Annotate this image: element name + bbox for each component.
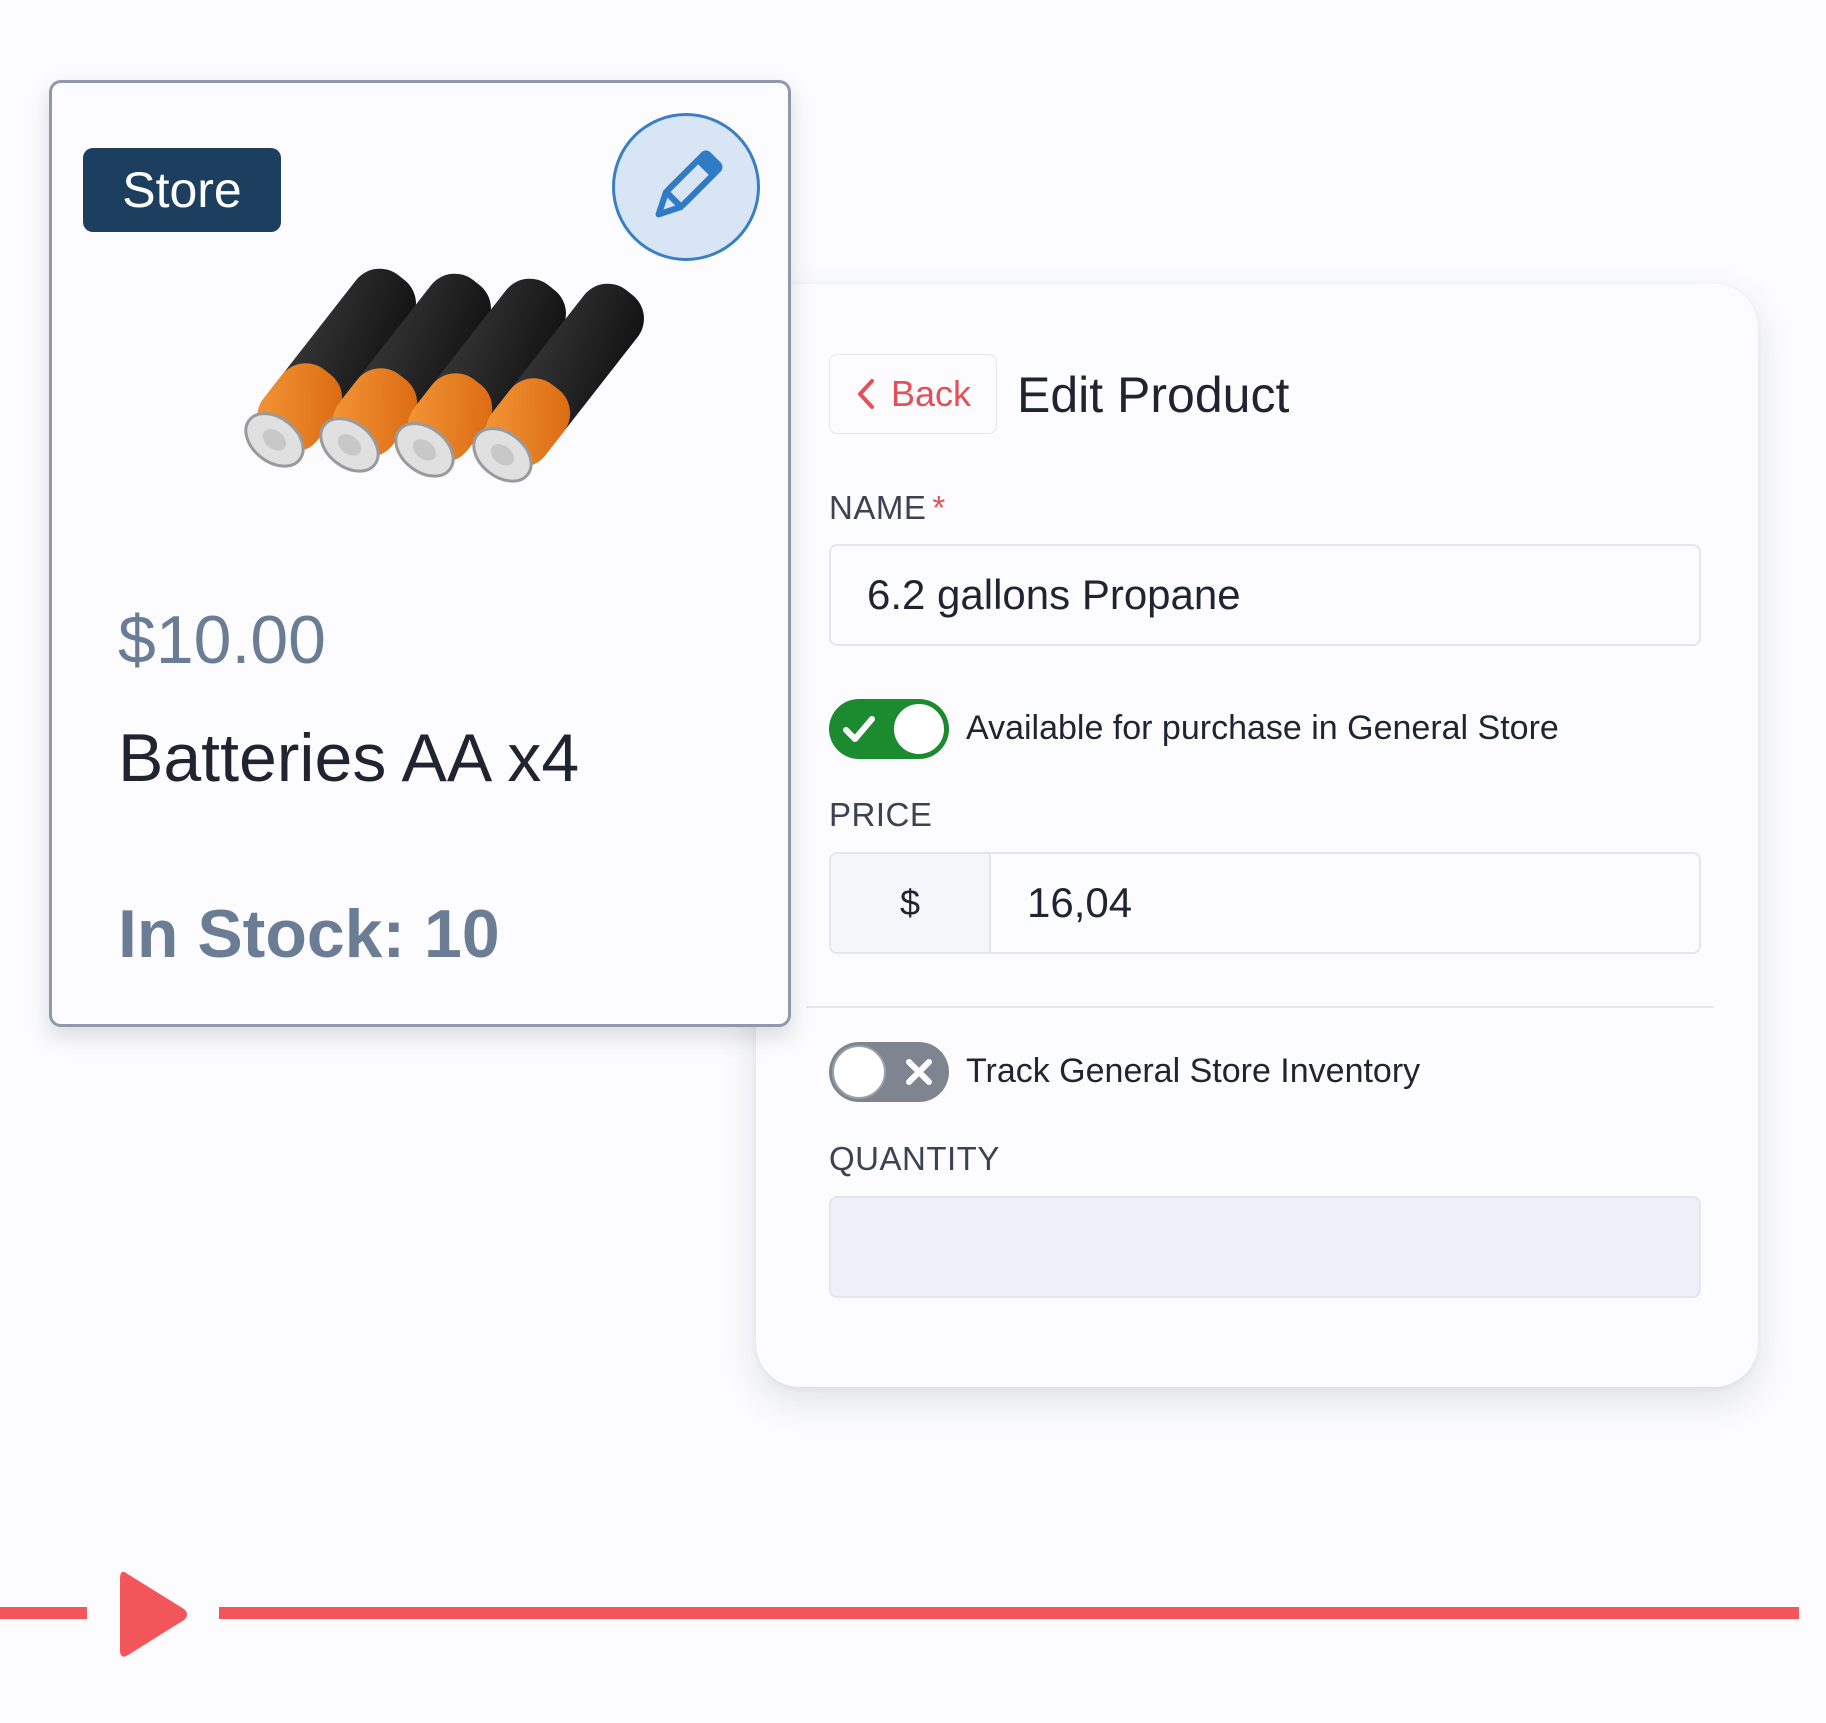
- price-label: PRICE: [829, 796, 933, 833]
- name-label-text: NAME: [829, 489, 927, 526]
- pencil-icon: [655, 150, 723, 218]
- edit-product-panel: Back Edit Product NAME * 6.2 gallons Prop…: [756, 284, 1758, 1387]
- price-field: $ 16,04: [829, 852, 1701, 954]
- available-label: Available for purchase in General Store: [966, 709, 1559, 747]
- name-label: NAME *: [829, 489, 946, 527]
- back-label: Back: [890, 373, 972, 414]
- product-price: $10.00: [118, 602, 326, 678]
- play-icon[interactable]: [118, 1567, 190, 1662]
- required-asterisk: *: [932, 489, 946, 526]
- track-inventory-label: Track General Store Inventory: [966, 1052, 1421, 1090]
- check-icon: [843, 716, 875, 742]
- name-input[interactable]: 6.2 gallons Propane: [829, 544, 1701, 646]
- track-inventory-toggle[interactable]: [829, 1042, 949, 1102]
- chevron-left-icon: [857, 379, 874, 409]
- divider: [806, 1006, 1714, 1008]
- product-name: Batteries AA x4: [118, 720, 580, 796]
- name-value: 6.2 gallons Propane: [867, 571, 1241, 618]
- product-card: Store $10.00 Batteries AA x4 In Stock: 1…: [49, 80, 791, 1027]
- batteries-image: [244, 268, 644, 483]
- price-input[interactable]: 16,04: [991, 879, 1132, 927]
- back-button[interactable]: Back: [829, 354, 997, 434]
- available-toggle[interactable]: [829, 699, 949, 759]
- toggle-knob: [892, 702, 946, 756]
- timeline-progress: [0, 1607, 87, 1619]
- page-title: Edit Product: [1017, 367, 1290, 423]
- stock-count: In Stock: 10: [118, 896, 500, 972]
- toggle-knob: [832, 1045, 886, 1099]
- currency-prefix: $: [831, 854, 991, 952]
- quantity-label: QUANTITY: [829, 1140, 1000, 1177]
- x-icon: [906, 1059, 932, 1085]
- quantity-input[interactable]: [829, 1196, 1701, 1298]
- timeline-track[interactable]: [219, 1607, 1799, 1619]
